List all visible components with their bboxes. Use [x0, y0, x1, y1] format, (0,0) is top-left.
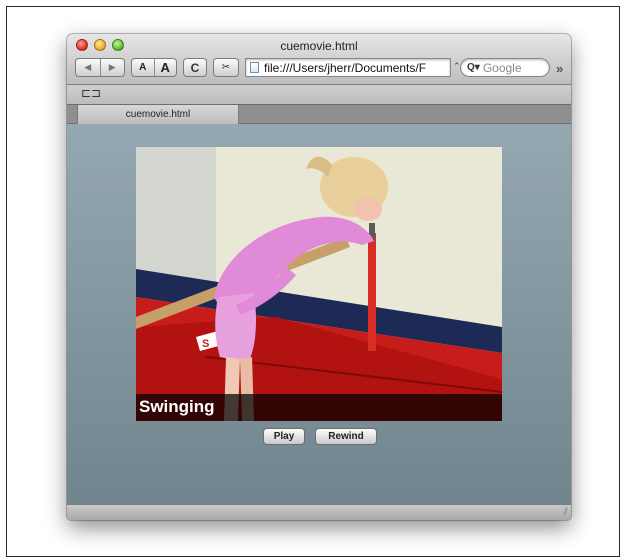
tab-bar: cuemovie.html	[67, 104, 571, 124]
browser-window: cuemovie.html ◀ ▶ A A C ✂ file:///Users/…	[67, 34, 571, 520]
rewind-button[interactable]: Rewind	[315, 428, 377, 445]
video-frame: S	[136, 147, 502, 421]
web-clip-button[interactable]: ✂	[213, 58, 239, 77]
search-icon[interactable]: Q▾	[467, 62, 480, 73]
address-field[interactable]: file:///Users/jherr/Documents/F	[245, 58, 451, 77]
search-field[interactable]: Q▾ Google	[460, 58, 550, 77]
play-button[interactable]: Play	[263, 428, 305, 445]
svg-text:S: S	[202, 338, 209, 350]
bookmarks-book-icon[interactable]: ⊏⊐	[81, 86, 101, 100]
back-button[interactable]: ◀	[76, 59, 100, 76]
bookmarks-bar: ⊏⊐	[67, 85, 571, 104]
text-smaller-button[interactable]: A	[132, 59, 154, 76]
video-caption: Swinging	[139, 397, 215, 416]
text-bigger-button[interactable]: A	[153, 59, 177, 76]
status-bar: ⫽	[67, 504, 571, 520]
child-face	[354, 197, 382, 221]
toolbar-overflow-button[interactable]: »	[556, 61, 563, 76]
reload-button[interactable]: C	[183, 58, 207, 77]
title-bar: cuemovie.html ◀ ▶ A A C ✂ file:///Users/…	[67, 34, 571, 85]
forward-button[interactable]: ▶	[99, 59, 125, 76]
video-player[interactable]: S Swinging	[136, 147, 502, 421]
bar-post	[368, 233, 376, 351]
address-text: file:///Users/jherr/Documents/F	[264, 60, 427, 75]
page-icon	[250, 62, 259, 73]
resize-grip-icon[interactable]: ⫽	[564, 507, 568, 518]
tab-cuemovie[interactable]: cuemovie.html	[77, 105, 239, 124]
caption-bar: Swinging	[136, 394, 502, 421]
back-forward-group: ◀ ▶	[75, 58, 125, 77]
window-title: cuemovie.html	[280, 39, 358, 53]
text-size-group: A A	[131, 58, 177, 77]
search-placeholder: Google	[482, 60, 522, 75]
page-content: S Swinging Play Rewind	[67, 124, 571, 504]
